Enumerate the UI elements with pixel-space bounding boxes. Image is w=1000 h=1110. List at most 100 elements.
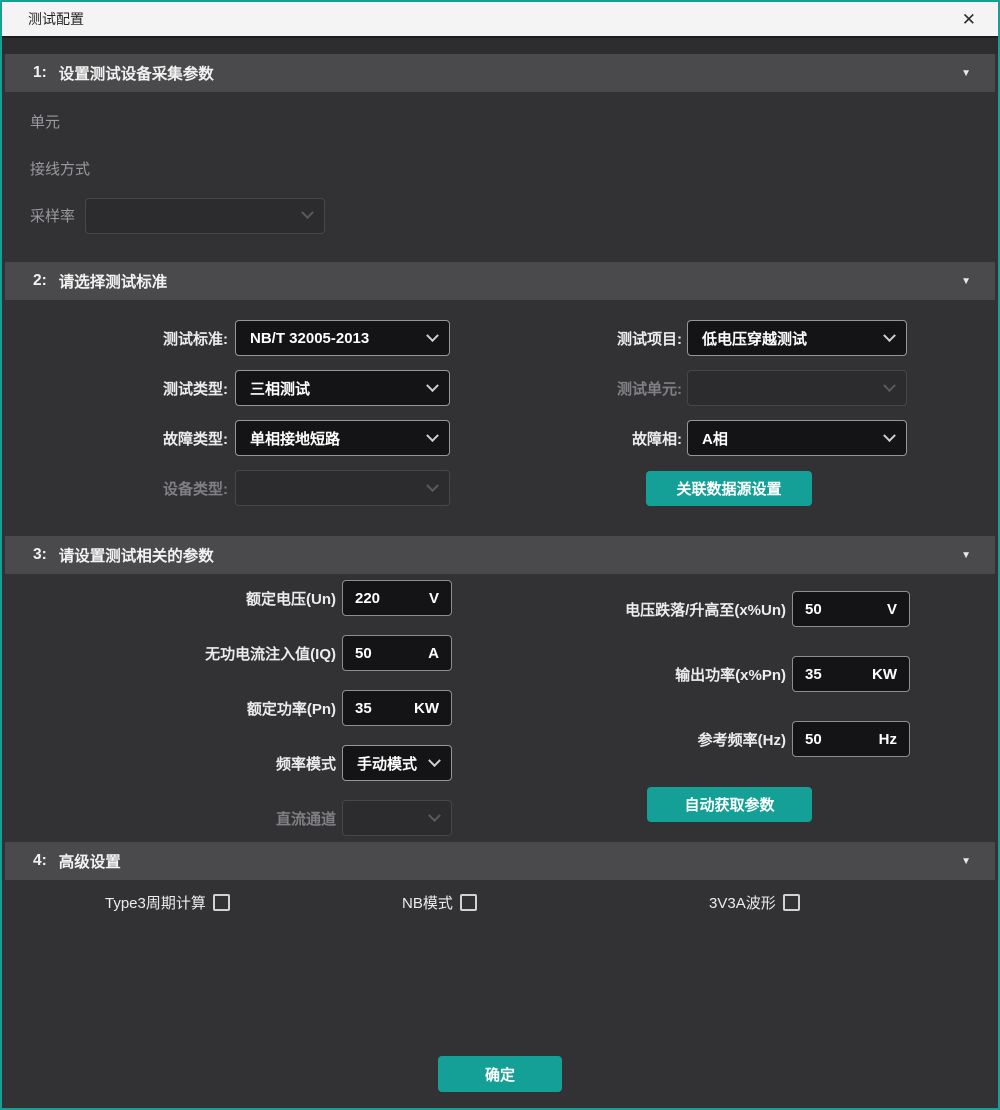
- wiring-label: 接线方式: [30, 158, 90, 179]
- rated-voltage-unit: V: [423, 590, 439, 607]
- fault-phase-dropdown[interactable]: A相: [687, 420, 907, 456]
- title-bar: 测试配置 ✕: [2, 2, 998, 38]
- voltage-sag-inputbox[interactable]: V: [792, 591, 910, 627]
- unit-row: 单元: [2, 98, 998, 145]
- device-type-label: 设备类型:: [2, 478, 228, 499]
- reactive-current-input[interactable]: [355, 645, 422, 662]
- voltage-sag-row: 电压跌落/升高至(x%Un) V: [502, 590, 1000, 628]
- rated-voltage-input[interactable]: [355, 590, 423, 607]
- type3-cycle-label: Type3周期计算: [105, 892, 206, 913]
- nb-mode-checkbox-group[interactable]: NB模式: [402, 892, 477, 913]
- output-power-input[interactable]: [805, 666, 866, 683]
- ref-freq-label: 参考频率(Hz): [502, 729, 792, 750]
- freq-mode-value: 手动模式: [357, 753, 417, 774]
- type3-cycle-checkbox-group[interactable]: Type3周期计算: [105, 892, 230, 913]
- device-type-row: 设备类型: 关联数据源设置: [2, 463, 998, 513]
- auto-get-row: 自动获取参数: [502, 785, 1000, 823]
- section1-content: 单元 接线方式 采样率: [2, 92, 998, 262]
- window-title: 测试配置: [28, 9, 84, 29]
- chevron-down-icon: [428, 754, 441, 767]
- voltage-sag-label: 电压跌落/升高至(x%Un): [502, 599, 792, 620]
- freq-mode-dropdown[interactable]: 手动模式: [342, 745, 452, 781]
- nb-mode-checkbox[interactable]: [460, 894, 477, 911]
- rated-voltage-row: 额定电压(Un) V: [2, 580, 502, 616]
- section4-content: Type3周期计算 NB模式 3V3A波形: [2, 880, 998, 1056]
- section1-number: 1:: [33, 64, 47, 82]
- collapse-arrow-icon[interactable]: ▼: [961, 856, 971, 867]
- waveform-3v3a-label: 3V3A波形: [709, 892, 776, 913]
- footer: 确定: [2, 1056, 998, 1108]
- section3-content: 额定电压(Un) V 无功电流注入值(IQ) A 额定功率(Pn) KW: [2, 574, 998, 842]
- dc-channel-label: 直流通道: [2, 808, 342, 829]
- section3-title: 请设置测试相关的参数: [59, 544, 214, 566]
- rated-voltage-label: 额定电压(Un): [2, 588, 342, 609]
- chevron-down-icon: [426, 329, 439, 342]
- wiring-row: 接线方式: [2, 145, 998, 192]
- section3-number: 3:: [33, 546, 47, 564]
- rated-power-inputbox[interactable]: KW: [342, 690, 452, 726]
- output-power-unit: KW: [866, 666, 897, 683]
- fault-row: 故障类型: 单相接地短路 故障相: A相: [2, 413, 998, 463]
- rated-power-input[interactable]: [355, 700, 408, 717]
- section3-header[interactable]: 3: 请设置测试相关的参数 ▼: [5, 536, 995, 574]
- ref-freq-input[interactable]: [805, 731, 873, 748]
- rated-power-unit: KW: [408, 700, 439, 717]
- test-type-label: 测试类型:: [2, 378, 228, 399]
- chevron-down-icon: [883, 379, 896, 392]
- test-standard-dropdown[interactable]: NB/T 32005-2013: [235, 320, 450, 356]
- section3-right-column: 电压跌落/升高至(x%Un) V 输出功率(x%Pn) KW 参考频率(Hz) …: [502, 590, 1000, 850]
- section1-header[interactable]: 1: 设置测试设备采集参数 ▼: [5, 54, 995, 92]
- test-type-dropdown[interactable]: 三相测试: [235, 370, 450, 406]
- fault-type-dropdown[interactable]: 单相接地短路: [235, 420, 450, 456]
- ref-freq-inputbox[interactable]: Hz: [792, 721, 910, 757]
- collapse-arrow-icon[interactable]: ▼: [961, 276, 971, 287]
- type3-cycle-checkbox[interactable]: [213, 894, 230, 911]
- chevron-down-icon: [428, 809, 441, 822]
- nb-mode-label: NB模式: [402, 892, 453, 913]
- test-item-value: 低电压穿越测试: [702, 328, 807, 349]
- section2-content: 测试标准: NB/T 32005-2013 测试项目: 低电压穿越测试 测试类型…: [2, 300, 998, 536]
- ref-freq-unit: Hz: [873, 731, 897, 748]
- reactive-current-row: 无功电流注入值(IQ) A: [2, 635, 502, 671]
- collapse-arrow-icon[interactable]: ▼: [961, 68, 971, 79]
- output-power-inputbox[interactable]: KW: [792, 656, 910, 692]
- rated-voltage-inputbox[interactable]: V: [342, 580, 452, 616]
- rated-power-label: 额定功率(Pn): [2, 698, 342, 719]
- dc-channel-dropdown: [342, 800, 452, 836]
- freq-mode-label: 频率模式: [2, 753, 342, 774]
- voltage-sag-input[interactable]: [805, 601, 881, 618]
- sample-rate-row: 采样率: [2, 192, 998, 239]
- chevron-down-icon: [426, 429, 439, 442]
- test-item-dropdown[interactable]: 低电压穿越测试: [687, 320, 907, 356]
- rated-power-row: 额定功率(Pn) KW: [2, 690, 502, 726]
- chevron-down-icon: [426, 379, 439, 392]
- voltage-sag-unit: V: [881, 601, 897, 618]
- sample-rate-dropdown: [85, 198, 325, 234]
- unit-label: 单元: [30, 111, 60, 132]
- output-power-label: 输出功率(x%Pn): [502, 664, 792, 685]
- test-config-dialog: 测试配置 ✕ 1: 设置测试设备采集参数 ▼ 单元 接线方式 采样率 2: 请选…: [0, 0, 1000, 1110]
- chevron-down-icon: [883, 429, 896, 442]
- fault-type-value: 单相接地短路: [250, 428, 340, 449]
- collapse-arrow-icon[interactable]: ▼: [961, 550, 971, 561]
- fault-type-label: 故障类型:: [2, 428, 228, 449]
- standard-item-row: 测试标准: NB/T 32005-2013 测试项目: 低电压穿越测试: [2, 313, 998, 363]
- device-type-dropdown: [235, 470, 450, 506]
- auto-get-params-button[interactable]: 自动获取参数: [647, 787, 812, 822]
- section1-title: 设置测试设备采集参数: [59, 62, 214, 84]
- reactive-current-label: 无功电流注入值(IQ): [2, 643, 342, 664]
- waveform-3v3a-checkbox[interactable]: [783, 894, 800, 911]
- reactive-current-inputbox[interactable]: A: [342, 635, 452, 671]
- test-unit-dropdown: [687, 370, 907, 406]
- freq-mode-row: 频率模式 手动模式: [2, 745, 502, 781]
- test-standard-label: 测试标准:: [2, 328, 228, 349]
- waveform-3v3a-checkbox-group[interactable]: 3V3A波形: [709, 892, 800, 913]
- confirm-button[interactable]: 确定: [438, 1056, 562, 1092]
- output-power-row: 输出功率(x%Pn) KW: [502, 655, 1000, 693]
- close-icon[interactable]: ✕: [956, 9, 982, 30]
- section2-header[interactable]: 2: 请选择测试标准 ▼: [5, 262, 995, 300]
- test-unit-label: 测试单元:: [450, 378, 682, 399]
- data-source-settings-button[interactable]: 关联数据源设置: [646, 471, 812, 506]
- reactive-current-unit: A: [422, 645, 439, 662]
- sample-rate-label: 采样率: [30, 205, 75, 226]
